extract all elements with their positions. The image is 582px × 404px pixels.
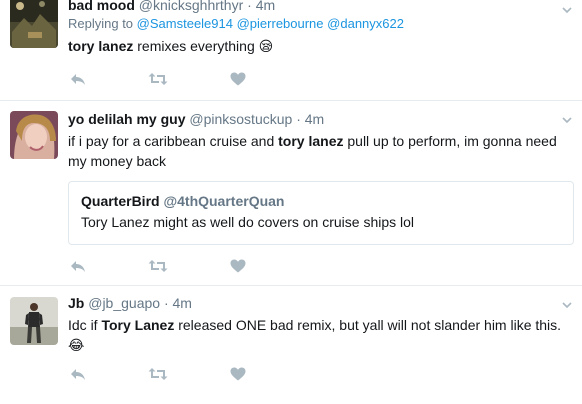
- tweet-text-part: remixes everything: [133, 38, 259, 54]
- reply-icon[interactable]: [68, 257, 88, 275]
- tweet-content: yo delilah my guy @pinksostuckup · 4m if…: [68, 110, 574, 245]
- tweet-text: tory lanez remixes everything 😪: [68, 36, 572, 57]
- retweet-icon[interactable]: [148, 365, 168, 383]
- sleepy-face-emoji: 😪: [258, 39, 274, 55]
- tweet-text-part: Idc if: [68, 317, 102, 333]
- highlighted-term: Tory Lanez: [101, 317, 175, 333]
- more-options-chevron-down-icon[interactable]: [562, 112, 572, 124]
- reply-icon[interactable]: [68, 365, 88, 383]
- quoted-tweet-text: Tory Lanez might as well do covers on cr…: [81, 214, 415, 230]
- display-name[interactable]: bad mood: [68, 0, 135, 13]
- separator-dot: ·: [296, 111, 301, 127]
- display-name[interactable]: yo delilah my guy: [68, 111, 185, 127]
- separator-dot: ·: [163, 295, 169, 311]
- laughing-tears-emoji: 😂: [68, 338, 85, 354]
- display-name[interactable]: Jb: [68, 295, 84, 311]
- avatar[interactable]: [10, 111, 58, 159]
- heart-icon[interactable]: [228, 257, 248, 275]
- heart-icon[interactable]: [228, 70, 248, 88]
- replying-to: Replying to @Samsteele914 @pierrebourne …: [68, 15, 572, 33]
- highlighted-term: tory lanez: [68, 38, 134, 54]
- quoted-display-name: QuarterBird: [81, 193, 160, 209]
- heart-icon[interactable]: [228, 365, 248, 383]
- quoted-tweet-header: QuarterBird @4thQuarterQuan: [81, 192, 561, 210]
- mention-link[interactable]: @Samsteele914: [137, 16, 233, 31]
- tweet-text-part: if i pay for a caribbean cruise and: [68, 133, 279, 149]
- reply-icon[interactable]: [68, 70, 88, 88]
- highlighted-term: tory lanez: [278, 133, 344, 149]
- replying-to-label: Replying to: [68, 16, 134, 31]
- tweet-content: Jb @jb_guapo · 4m Idc if Tory Lanez rele…: [68, 294, 572, 356]
- tweet-item[interactable]: Jb @jb_guapo · 4m Idc if Tory Lanez rele…: [0, 286, 582, 404]
- tweet-text: Idc if Tory Lanez released ONE bad remix…: [68, 315, 572, 356]
- more-options-chevron-down-icon[interactable]: [562, 297, 572, 309]
- tweet-feed: bad mood @knicksghhrthyr · 4m Replying t…: [0, 0, 582, 404]
- user-handle[interactable]: @knicksghhrthyr: [139, 0, 243, 13]
- timestamp[interactable]: 4m: [256, 0, 275, 13]
- mention-link[interactable]: @pierrebourne: [237, 16, 324, 31]
- user-handle[interactable]: @pinksostuckup: [189, 111, 292, 127]
- timestamp[interactable]: 4m: [305, 111, 324, 127]
- tweet-text: if i pay for a caribbean cruise and tory…: [68, 131, 572, 171]
- mention-link[interactable]: @dannyx622: [327, 16, 404, 31]
- tweet-header: Jb @jb_guapo · 4m: [68, 294, 572, 312]
- tweet-header: yo delilah my guy @pinksostuckup · 4m: [68, 110, 572, 128]
- tweet-item[interactable]: bad mood @knicksghhrthyr · 4m Replying t…: [0, 0, 582, 101]
- quoted-user-handle: @4thQuarterQuan: [163, 193, 285, 209]
- tweet-header: bad mood @knicksghhrthyr · 4m: [68, 0, 572, 14]
- quoted-tweet[interactable]: QuarterBird @4thQuarterQuan Tory Lanez m…: [68, 181, 574, 245]
- separator-dot: ·: [247, 0, 252, 13]
- timestamp[interactable]: 4m: [173, 295, 192, 311]
- tweet-item[interactable]: yo delilah my guy @pinksostuckup · 4m if…: [0, 101, 582, 286]
- tweet-content: bad mood @knicksghhrthyr · 4m Replying t…: [68, 0, 572, 57]
- avatar[interactable]: [10, 297, 58, 345]
- user-handle[interactable]: @jb_guapo: [88, 295, 160, 311]
- avatar[interactable]: [10, 0, 58, 48]
- retweet-icon[interactable]: [148, 257, 168, 275]
- retweet-icon[interactable]: [148, 70, 168, 88]
- more-options-chevron-down-icon[interactable]: [562, 2, 572, 14]
- tweet-text-part: released ONE bad remix, but yall will no…: [174, 317, 562, 333]
